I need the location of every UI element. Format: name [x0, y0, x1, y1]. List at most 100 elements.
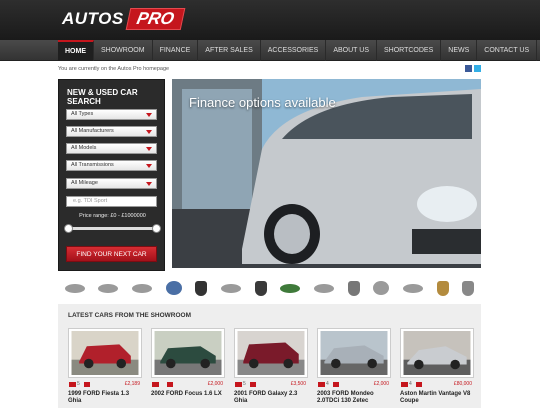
car-photo — [237, 331, 305, 375]
photo-count: 4 — [409, 381, 412, 387]
camera-icon — [318, 382, 325, 387]
transmission-select-value: All Transmissions — [71, 162, 114, 168]
car-price: £2,000 — [207, 381, 223, 387]
keyword-input[interactable]: e.g. TDI Sport — [66, 196, 157, 207]
car-price: £3,500 — [290, 381, 306, 387]
main-nav-bar: HOME SHOWROOM FINANCE AFTER SALES ACCESS… — [0, 40, 540, 61]
rolls-royce-logo-icon[interactable] — [462, 280, 475, 296]
chevron-down-icon — [146, 147, 152, 151]
main-nav: HOME SHOWROOM FINANCE AFTER SALES ACCESS… — [58, 40, 538, 61]
nav-news[interactable]: NEWS — [441, 40, 478, 61]
video-icon — [250, 382, 256, 387]
model-select[interactable]: All Models — [66, 143, 157, 154]
car-name[interactable]: 2002 FORD Focus 1.6 LX — [151, 391, 225, 398]
model-select-value: All Models — [71, 145, 97, 151]
latest-cars-title: LATEST CARS FROM THE SHOWROOM — [68, 312, 192, 319]
site-logo[interactable]: AUTOS PRO — [58, 8, 185, 30]
car-meta: 5 £2,189 — [68, 381, 142, 390]
car-photo — [320, 331, 388, 375]
brand-logos — [58, 276, 481, 300]
porsche-logo-icon[interactable] — [436, 280, 449, 296]
car-name[interactable]: 2003 FORD Mondeo 2.0TDCi 130 Zetec — [317, 391, 391, 405]
car-card[interactable]: 4 £2,000 2003 FORD Mondeo 2.0TDCi 130 Ze… — [317, 328, 391, 408]
car-thumbnail[interactable] — [400, 328, 474, 378]
nav-showroom[interactable]: SHOWROOM — [94, 40, 153, 61]
car-name[interactable]: 2001 FORD Galaxy 2.3 Ghia — [234, 391, 308, 405]
logo-text-autos: AUTOS — [62, 9, 124, 28]
manufacturer-select[interactable]: All Manufacturers — [66, 126, 157, 137]
jaguar-logo-icon[interactable] — [221, 283, 242, 293]
car-card[interactable]: 4 £80,000 Aston Martin Vantage V8 Coupe — [400, 328, 474, 408]
type-select-value: All Types — [71, 111, 94, 117]
car-name[interactable]: Aston Martin Vantage V8 Coupe — [400, 391, 474, 405]
mercedes-logo-icon[interactable] — [373, 281, 390, 295]
audi-logo-icon[interactable] — [98, 283, 119, 293]
car-card[interactable]: 5 £3,500 2001 FORD Galaxy 2.3 Ghia — [234, 328, 308, 408]
mileage-select[interactable]: All Mileage — [66, 178, 157, 189]
hero-slideshow[interactable]: Finance options available — [172, 79, 481, 268]
maserati-logo-icon[interactable] — [347, 280, 360, 296]
latest-cars-section: LATEST CARS FROM THE SHOWROOM 5 £2,189 1… — [58, 304, 481, 408]
nav-home[interactable]: HOME — [58, 40, 94, 61]
transmission-select[interactable]: All Transmissions — [66, 160, 157, 171]
car-thumbnail[interactable] — [317, 328, 391, 378]
bmw-logo-icon[interactable] — [165, 281, 182, 295]
car-price: £80,000 — [453, 381, 472, 387]
header-bar: AUTOS PRO — [0, 0, 540, 40]
car-thumbnail[interactable] — [151, 328, 225, 378]
price-min-handle[interactable] — [64, 224, 73, 233]
car-meta: £2,000 — [151, 381, 225, 390]
car-name[interactable]: 1999 FORD Fiesta 1.3 Ghia — [68, 391, 142, 405]
land-rover-logo-icon[interactable] — [280, 283, 301, 293]
price-range-label: Price range: £0 - £1000000 — [79, 213, 146, 219]
car-meta: 4 £80,000 — [400, 381, 474, 390]
car-meta: 4 £2,000 — [317, 381, 391, 390]
car-card[interactable]: £2,000 2002 FORD Focus 1.6 LX — [151, 328, 225, 408]
car-thumbnail[interactable] — [234, 328, 308, 378]
twitter-icon[interactable] — [474, 65, 481, 72]
car-photo — [403, 331, 471, 375]
ferrari-logo-icon[interactable] — [195, 280, 208, 296]
chevron-down-icon — [146, 164, 152, 168]
bentley-logo-icon[interactable] — [132, 283, 153, 293]
nav-contact-us[interactable]: CONTACT US — [477, 40, 538, 61]
car-photo — [71, 331, 139, 375]
mini-logo-icon[interactable] — [402, 283, 423, 293]
find-car-button[interactable]: FIND YOUR NEXT CAR — [66, 246, 157, 262]
chevron-down-icon — [146, 113, 152, 117]
chevron-down-icon — [146, 130, 152, 134]
type-select[interactable]: All Types — [66, 109, 157, 120]
nav-finance[interactable]: FINANCE — [153, 40, 199, 61]
price-range-slider[interactable] — [64, 224, 161, 233]
nav-accessories[interactable]: ACCESSORIES — [261, 40, 327, 61]
logo-text-pro: PRO — [125, 8, 185, 30]
nav-after-sales[interactable]: AFTER SALES — [198, 40, 261, 61]
lamborghini-logo-icon[interactable] — [254, 280, 267, 296]
car-thumbnail[interactable] — [68, 328, 142, 378]
nav-shortcodes[interactable]: SHORTCODES — [377, 40, 442, 61]
video-icon — [84, 382, 90, 387]
breadcrumb: You are currently on the Autos Pro homep… — [58, 66, 170, 72]
camera-icon — [235, 382, 242, 387]
search-title: NEW & USED CAR SEARCH — [67, 88, 138, 106]
lexus-logo-icon[interactable] — [313, 283, 334, 293]
photo-count: 4 — [326, 381, 329, 387]
car-meta: 5 £3,500 — [234, 381, 308, 390]
mileage-select-value: All Mileage — [71, 180, 98, 186]
social-links — [465, 65, 481, 72]
nav-about-us[interactable]: ABOUT US — [326, 40, 377, 61]
manufacturer-select-value: All Manufacturers — [71, 128, 114, 134]
camera-icon — [152, 382, 159, 387]
camera-icon — [401, 382, 408, 387]
photo-count: 5 — [77, 381, 80, 387]
car-price: £2,189 — [124, 381, 140, 387]
car-price: £2,000 — [373, 381, 389, 387]
photo-count: 5 — [243, 381, 246, 387]
car-search-panel: NEW & USED CAR SEARCH All Types All Manu… — [58, 79, 165, 271]
aston-martin-logo-icon[interactable] — [64, 283, 85, 293]
car-card[interactable]: 5 £2,189 1999 FORD Fiesta 1.3 Ghia — [68, 328, 142, 408]
camera-icon — [69, 382, 76, 387]
chevron-down-icon — [146, 182, 152, 186]
facebook-icon[interactable] — [465, 65, 472, 72]
price-max-handle[interactable] — [152, 224, 161, 233]
